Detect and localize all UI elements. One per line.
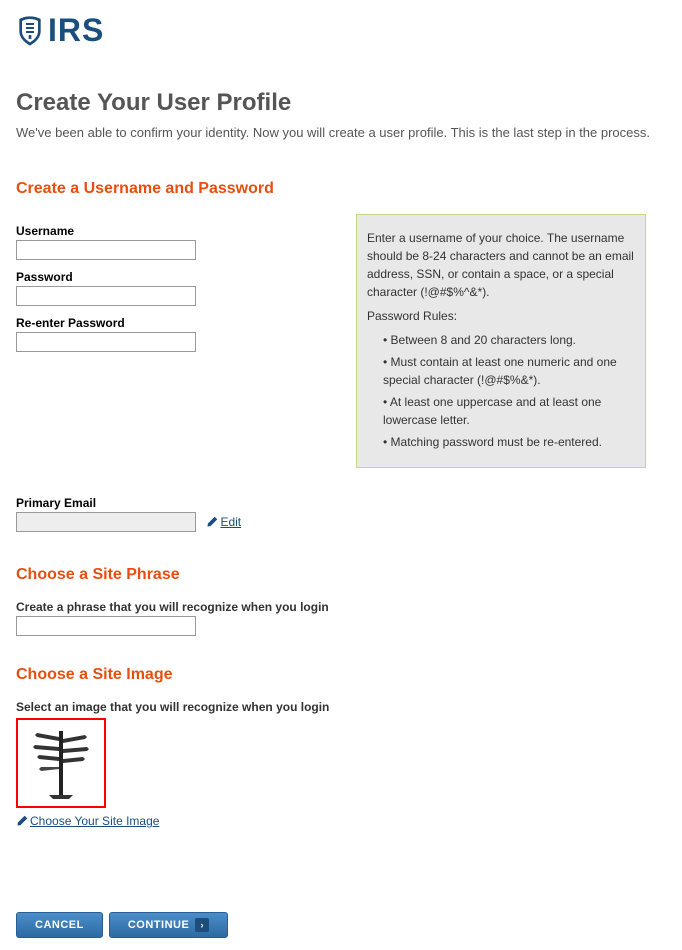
password-rules-box: Enter a username of your choice. The use… <box>356 214 646 468</box>
choose-image-link[interactable]: Choose Your Site Image <box>16 814 159 828</box>
reenter-label: Re-enter Password <box>16 316 336 330</box>
rules-header: Password Rules: <box>367 307 635 325</box>
username-label: Username <box>16 224 336 238</box>
rule-item: At least one uppercase and at least one … <box>383 393 635 429</box>
irs-seal-icon <box>16 15 44 47</box>
primary-email-input <box>16 512 196 532</box>
rule-item: Must contain at least one numeric and on… <box>383 353 635 389</box>
primary-email-label: Primary Email <box>16 496 666 510</box>
signpost-icon <box>29 727 93 799</box>
irs-logo: IRS <box>16 12 666 49</box>
page-title: Create Your User Profile <box>16 89 666 117</box>
username-note: Enter a username of your choice. The use… <box>367 229 635 301</box>
reenter-password-input[interactable] <box>16 332 196 352</box>
image-instruction: Select an image that you will recognize … <box>16 700 666 714</box>
cancel-button[interactable]: CANCEL <box>16 912 103 938</box>
pencil-icon <box>16 815 28 827</box>
logo-text: IRS <box>48 12 104 49</box>
edit-email-link[interactable]: Edit <box>206 515 241 529</box>
password-label: Password <box>16 270 336 284</box>
site-phrase-input[interactable] <box>16 616 196 636</box>
password-input[interactable] <box>16 286 196 306</box>
section-credentials-heading: Create a Username and Password <box>16 180 666 198</box>
section-image-heading: Choose a Site Image <box>16 666 666 684</box>
rule-item: Matching password must be re-entered. <box>383 433 635 451</box>
continue-button[interactable]: CONTINUE › <box>109 912 228 938</box>
site-image-preview <box>16 718 106 808</box>
intro-text: We've been able to confirm your identity… <box>16 125 666 140</box>
pencil-icon <box>206 516 218 528</box>
rule-item: Between 8 and 20 characters long. <box>383 331 635 349</box>
section-phrase-heading: Choose a Site Phrase <box>16 566 666 584</box>
edit-text: Edit <box>220 515 241 529</box>
username-input[interactable] <box>16 240 196 260</box>
phrase-instruction: Create a phrase that you will recognize … <box>16 600 666 614</box>
choose-image-text: Choose Your Site Image <box>30 814 159 828</box>
chevron-right-icon: › <box>195 918 209 932</box>
